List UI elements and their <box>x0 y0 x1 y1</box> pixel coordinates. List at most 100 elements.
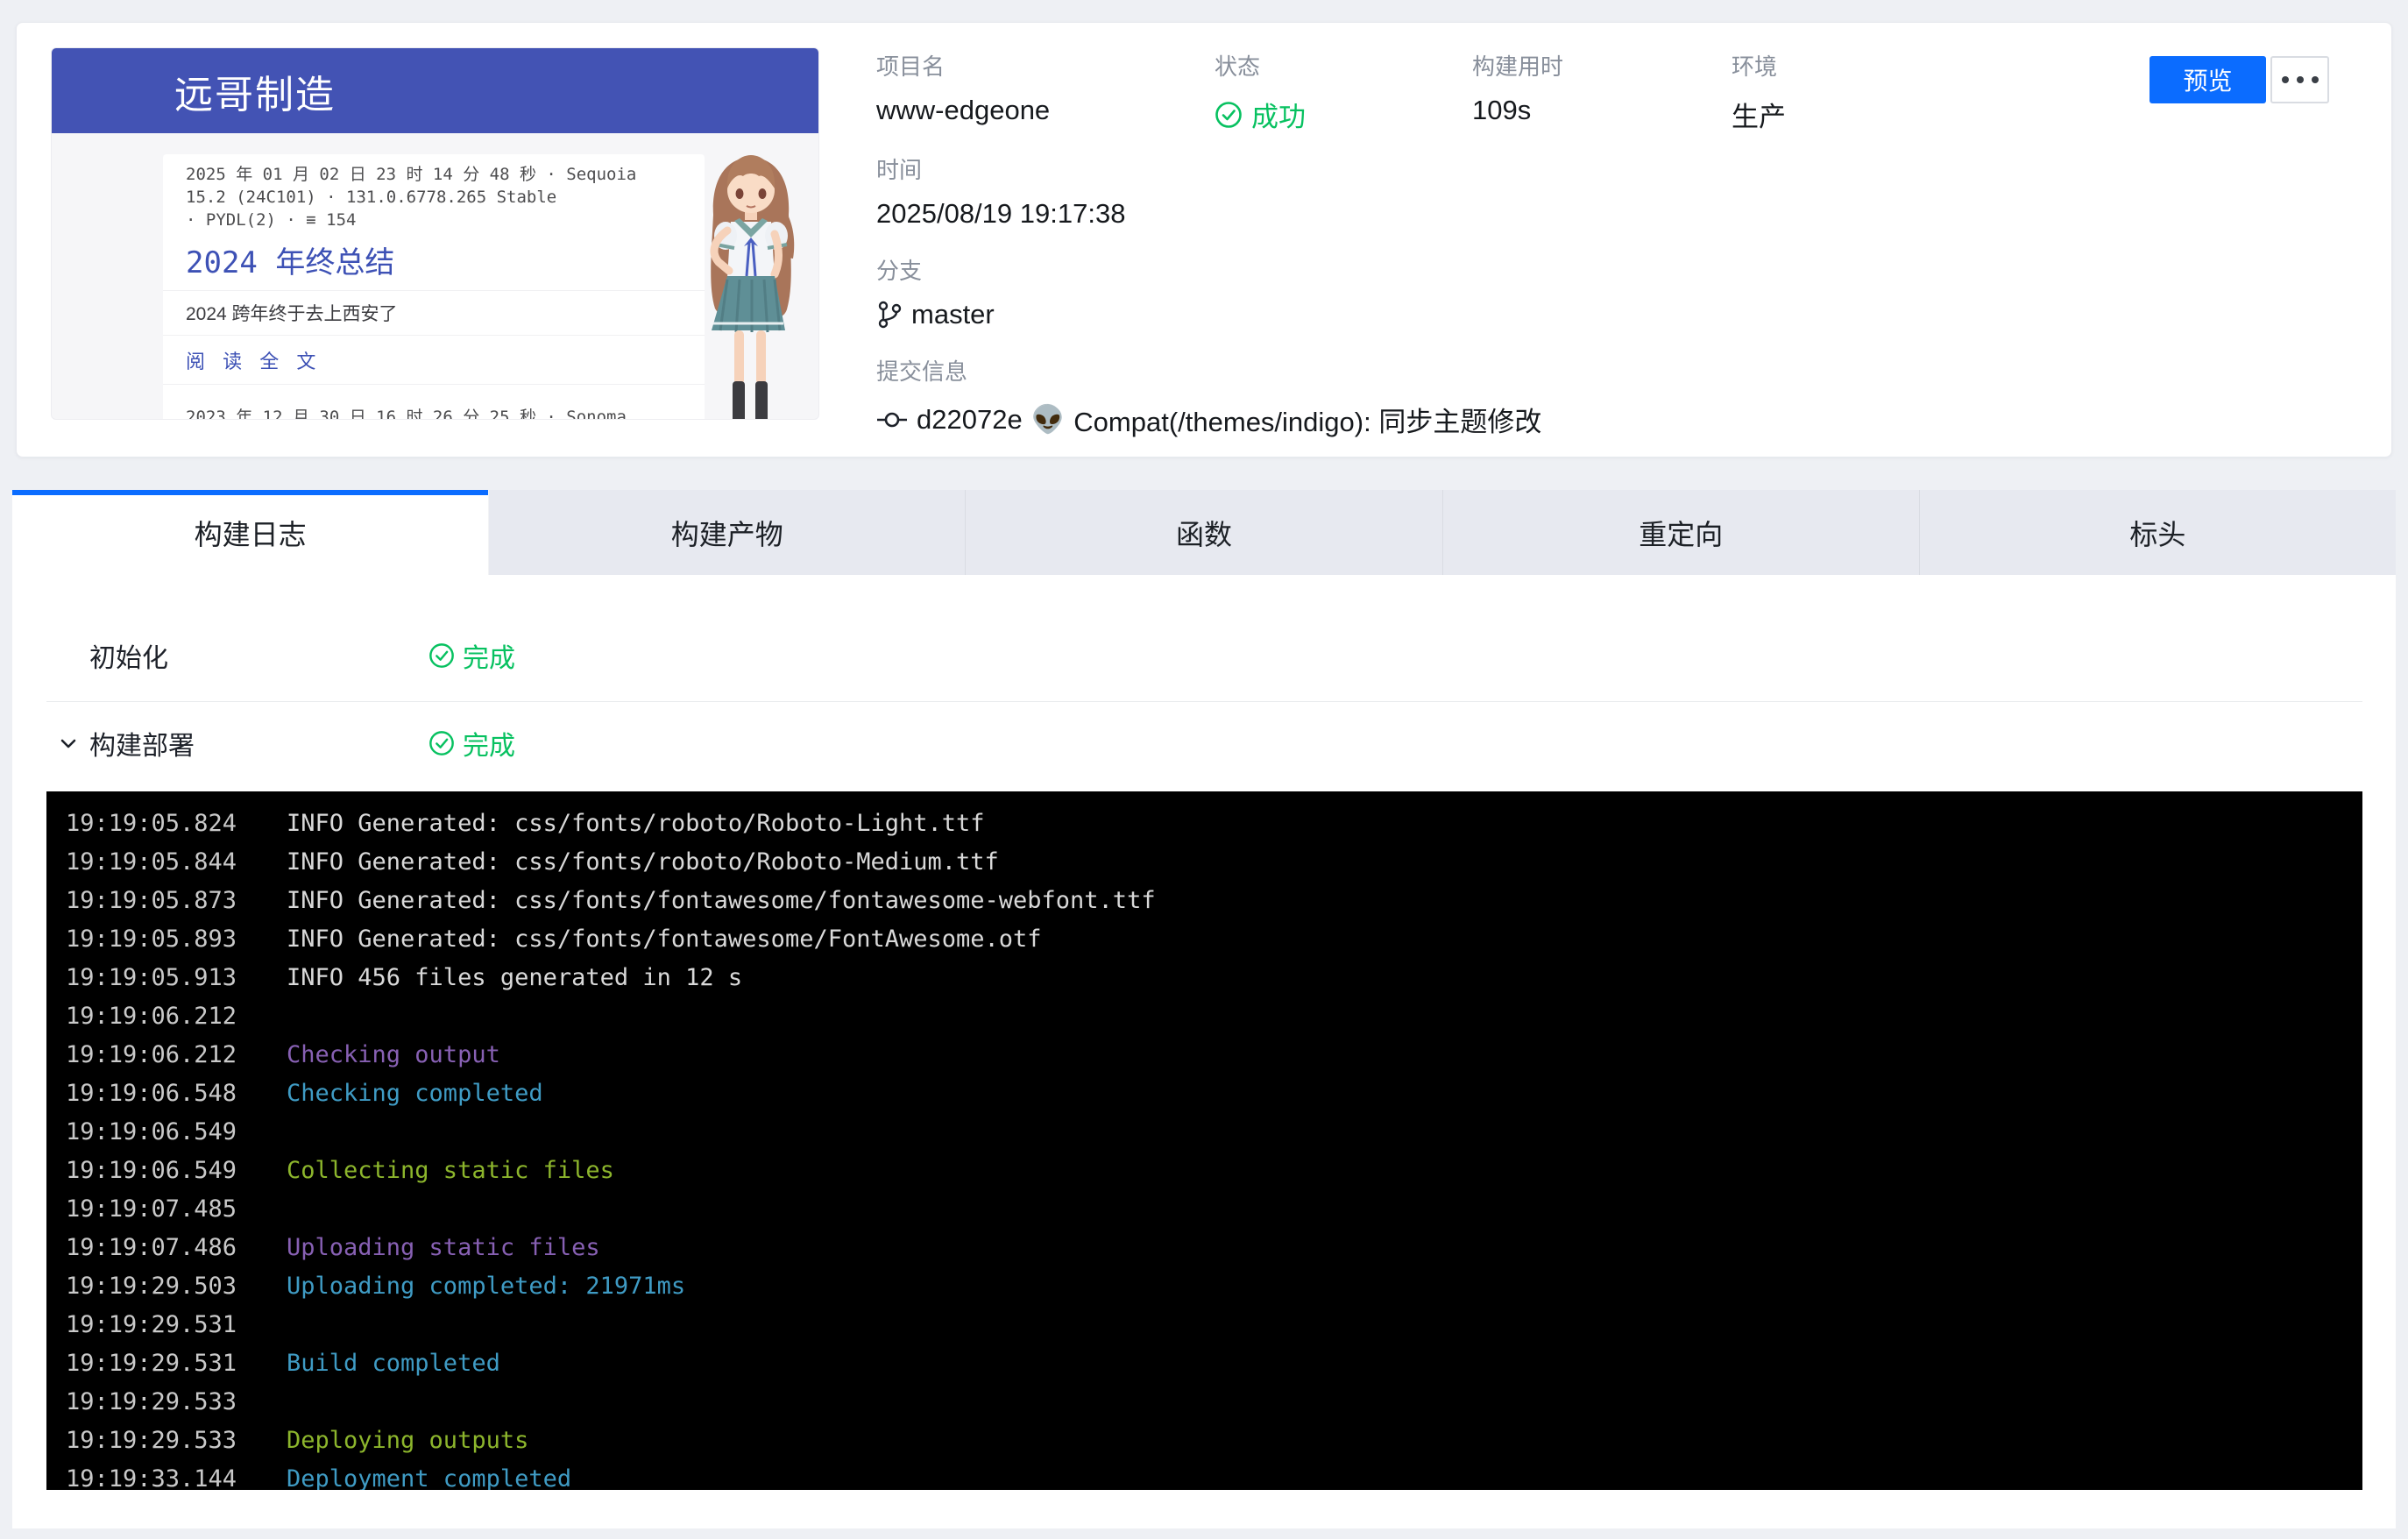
log-message: INFO Generated: css/fonts/roboto/Roboto-… <box>287 810 985 837</box>
tab-函数[interactable]: 函数 <box>966 490 1442 575</box>
check-circle-icon <box>428 642 455 669</box>
log-message: Deployment completed <box>287 1465 571 1491</box>
status-label: 状态 <box>1215 49 1306 82</box>
tab-构建日志[interactable]: 构建日志 <box>12 490 489 575</box>
log-message: Collecting static files <box>287 1157 614 1184</box>
preview-button[interactable]: 预览 <box>2149 56 2266 103</box>
log-timestamp: 19:19:05.913 <box>66 964 287 991</box>
terminal-log-line: 19:19:05.893 INFO Generated: css/fonts/f… <box>66 919 2362 958</box>
build-log-panel: 初始化 完成 构建部署 完成 19:19:05.824 INFO Generat… <box>12 575 2396 1528</box>
alien-emoji: 👽 <box>1031 403 1066 436</box>
commit-hash: d22072e <box>917 404 1023 436</box>
log-message: INFO Generated: css/fonts/fontawesome/fo… <box>287 887 1156 914</box>
log-timestamp: 19:19:29.533 <box>66 1388 287 1415</box>
time-value: 2025/08/19 19:17:38 <box>876 198 1125 230</box>
commit-info-value: d22072e 👽 Compat(/themes/indigo): 同步主题修改 <box>876 400 1541 439</box>
log-message: INFO 456 files generated in 12 s <box>287 964 742 991</box>
terminal-log-line: 19:19:06.212 Checking output <box>66 1035 2362 1074</box>
read-more-link: 阅 读 全 文 <box>163 335 705 384</box>
chevron-down-icon[interactable] <box>56 731 81 755</box>
environment-value: 生产 <box>1732 95 1786 134</box>
log-timestamp: 19:19:29.531 <box>66 1350 287 1377</box>
log-timestamp: 19:19:07.485 <box>66 1195 287 1223</box>
row-divider <box>46 701 2362 702</box>
tab-标头[interactable]: 标头 <box>1920 490 2396 575</box>
preview-post-card: 2025 年 01 月 02 日 23 时 14 分 48 秒 · Sequoi… <box>163 154 705 420</box>
log-message: Build completed <box>287 1350 500 1377</box>
terminal-log-line: 19:19:05.824 INFO Generated: css/fonts/r… <box>66 804 2362 842</box>
log-timestamp: 19:19:05.873 <box>66 887 287 914</box>
check-circle-icon <box>1215 101 1243 129</box>
log-message: Checking output <box>287 1041 500 1068</box>
terminal-log-line: 19:19:29.531 <box>66 1305 2362 1344</box>
detail-tabs: 构建日志构建产物函数重定向标头 <box>12 490 2396 575</box>
log-message: Uploading static files <box>287 1234 600 1261</box>
more-actions-button[interactable] <box>2270 56 2329 103</box>
log-message: Deploying outputs <box>287 1427 528 1454</box>
terminal-log-line: 19:19:07.486 Uploading static files <box>66 1228 2362 1266</box>
step-status-build-deploy: 完成 <box>428 724 515 762</box>
terminal-log-line: 19:19:29.531 Build completed <box>66 1344 2362 1382</box>
build-detail-page: { "colors": { "accent_blue": "#0b6cff", … <box>0 0 2408 1539</box>
branch-label: 分支 <box>876 253 995 286</box>
log-message: INFO Generated: css/fonts/fontawesome/Fo… <box>287 926 1042 953</box>
build-time-label: 构建用时 <box>1472 49 1563 82</box>
step-name-build-deploy: 构建部署 <box>89 724 195 762</box>
site-banner: 远哥制造 <box>52 48 818 133</box>
post-excerpt: 2024 跨年终于去上西安了 <box>163 290 705 335</box>
post2-meta-line1: 2023 年 12 月 30 日 16 时 26 分 25 秒 · Sonoma… <box>186 406 682 420</box>
status-badge: 成功 <box>1215 95 1306 134</box>
log-timestamp: 19:19:06.549 <box>66 1118 287 1145</box>
tab-构建产物[interactable]: 构建产物 <box>489 490 966 575</box>
terminal-log-line: 19:19:06.548 Checking completed <box>66 1074 2362 1112</box>
terminal-log-line: 19:19:05.873 INFO Generated: css/fonts/f… <box>66 881 2362 919</box>
log-timestamp: 19:19:05.824 <box>66 810 287 837</box>
terminal-log-line: 19:19:29.533 Deploying outputs <box>66 1421 2362 1459</box>
post-title-link: 2024 年终总结 <box>186 238 682 281</box>
project-name-label: 项目名 <box>876 49 1050 82</box>
site-title: 远哥制造 <box>174 63 336 119</box>
log-message: Uploading completed: 21971ms <box>287 1273 685 1300</box>
log-timestamp: 19:19:06.548 <box>66 1080 287 1107</box>
terminal-log-line: 19:19:07.485 <box>66 1189 2362 1228</box>
build-time-value: 109s <box>1472 95 1563 126</box>
log-message: INFO Generated: css/fonts/roboto/Roboto-… <box>287 848 999 876</box>
log-timestamp: 19:19:29.531 <box>66 1311 287 1338</box>
commit-info-label: 提交信息 <box>876 354 1541 387</box>
step-row-build-deploy[interactable]: 构建部署 完成 <box>12 719 2396 768</box>
branch-value: master <box>876 299 995 330</box>
log-timestamp: 19:19:06.212 <box>66 1041 287 1068</box>
build-log-terminal[interactable]: 19:19:05.824 INFO Generated: css/fonts/r… <box>46 791 2362 1490</box>
post-meta-line2: · PYDL(2) · ≡ 154 <box>186 209 682 231</box>
terminal-log-line: 19:19:06.549 <box>66 1112 2362 1151</box>
project-name-value: www-edgeone <box>876 95 1050 126</box>
terminal-log-line: 19:19:05.844 INFO Generated: css/fonts/r… <box>66 842 2362 881</box>
log-timestamp: 19:19:29.503 <box>66 1273 287 1300</box>
post-meta-line1: 2025 年 01 月 02 日 23 时 14 分 48 秒 · Sequoi… <box>186 163 682 209</box>
ellipsis-icon <box>2282 76 2319 83</box>
environment-label: 环境 <box>1732 49 1786 82</box>
terminal-log-line: 19:19:33.144 Deployment completed <box>66 1459 2362 1490</box>
log-timestamp: 19:19:29.533 <box>66 1427 287 1454</box>
git-commit-icon <box>876 409 908 430</box>
terminal-log-line: 19:19:06.549 Collecting static files <box>66 1151 2362 1189</box>
log-timestamp: 19:19:06.212 <box>66 1003 287 1030</box>
log-timestamp: 19:19:05.893 <box>66 926 287 953</box>
site-preview-thumbnail[interactable]: 远哥制造 2025 年 01 月 02 日 23 时 14 分 48 秒 · S… <box>51 47 819 420</box>
log-timestamp: 19:19:06.549 <box>66 1157 287 1184</box>
log-message: Checking completed <box>287 1080 543 1107</box>
terminal-log-line: 19:19:29.503 Uploading completed: 21971m… <box>66 1266 2362 1305</box>
tab-重定向[interactable]: 重定向 <box>1443 490 1920 575</box>
git-branch-icon <box>876 300 903 330</box>
terminal-log-line: 19:19:29.533 <box>66 1382 2362 1421</box>
log-timestamp: 19:19:05.844 <box>66 848 287 876</box>
time-label: 时间 <box>876 152 1125 185</box>
preview-post-card-2: 2023 年 12 月 30 日 16 时 26 分 25 秒 · Sonoma… <box>163 392 705 420</box>
deployment-summary-card: 远哥制造 2025 年 01 月 02 日 23 时 14 分 48 秒 · S… <box>16 22 2392 457</box>
log-timestamp: 19:19:33.144 <box>66 1465 287 1491</box>
log-timestamp: 19:19:07.486 <box>66 1234 287 1261</box>
step-name-init: 初始化 <box>89 636 168 675</box>
step-row-init: 初始化 完成 <box>12 631 2396 680</box>
anime-character-illustration <box>676 146 819 420</box>
terminal-log-line: 19:19:06.212 <box>66 996 2362 1035</box>
